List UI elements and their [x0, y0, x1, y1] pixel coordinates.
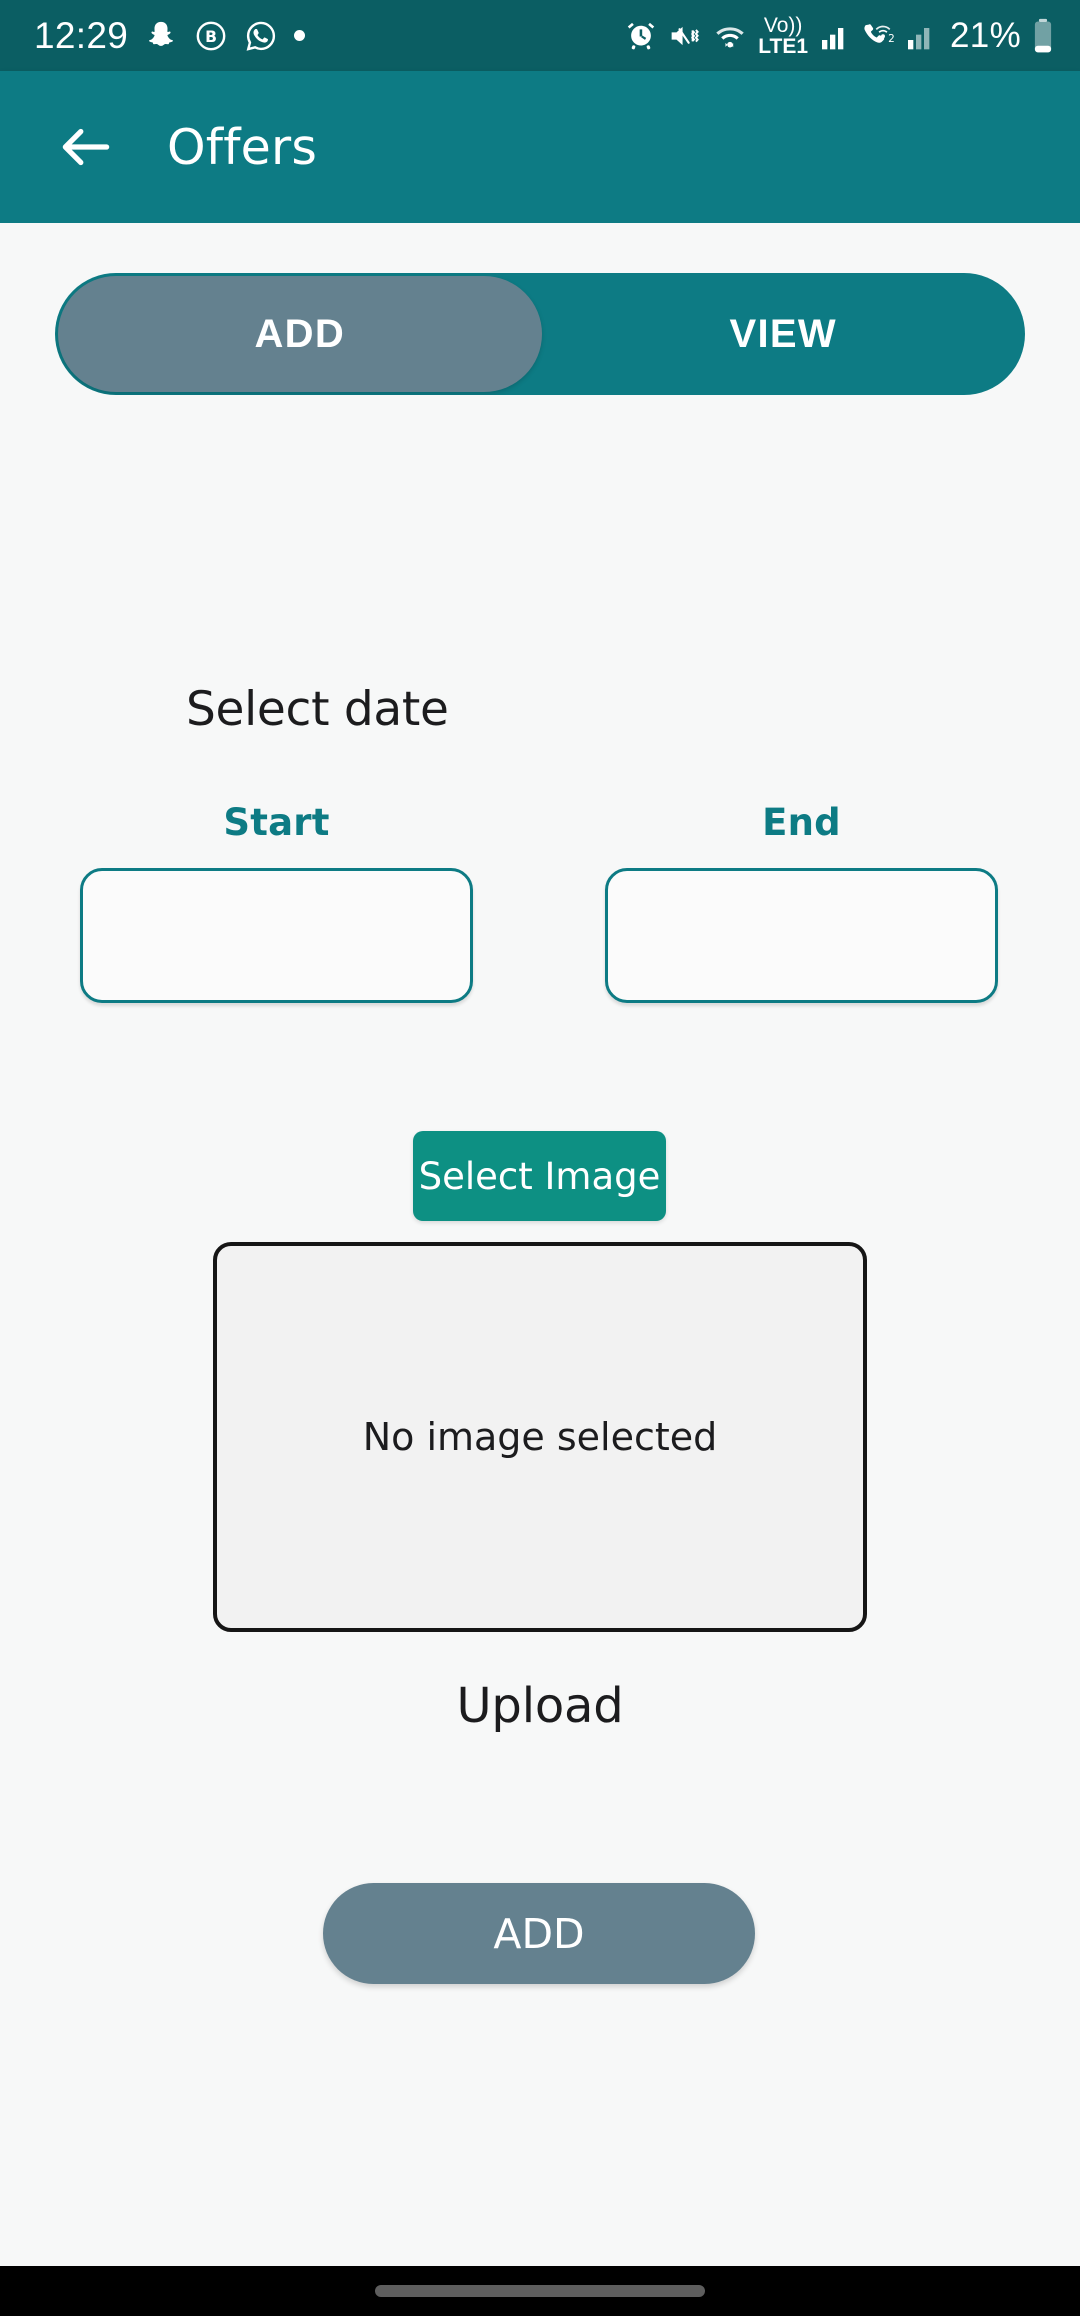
end-date-label: End	[762, 801, 841, 844]
network-type-label: LTE1	[758, 34, 809, 58]
upload-label[interactable]: Upload	[0, 1678, 1080, 1734]
start-date-label: Start	[223, 801, 330, 844]
snapchat-icon	[144, 19, 178, 53]
select-image-button[interactable]: Select Image	[413, 1131, 666, 1221]
signal-bars-2-icon	[905, 20, 935, 52]
arrow-left-icon	[62, 128, 110, 166]
tab-view[interactable]: VIEW	[542, 273, 1026, 395]
phone-screen: 12:29 B Vo)) LTE1 21% Offers ADD VIEW Se…	[0, 0, 1080, 2316]
status-bar-right: Vo)) LTE1 2 21%	[625, 15, 1054, 57]
whatsapp-icon	[244, 19, 278, 53]
alarm-icon	[625, 20, 657, 52]
sim2-label: 2	[888, 32, 894, 44]
start-date-input[interactable]	[80, 868, 473, 1003]
system-nav-bar	[0, 2266, 1080, 2316]
signal-bars-icon	[819, 20, 849, 52]
svg-text:B: B	[205, 28, 217, 46]
app-bar: Offers	[0, 71, 1080, 223]
battery-icon	[1032, 18, 1054, 54]
wifi-icon	[713, 20, 747, 52]
status-bar: 12:29 B Vo)) LTE1 21%	[0, 0, 1080, 71]
image-placeholder-text: No image selected	[362, 1415, 718, 1459]
status-bar-left: 12:29 B	[34, 15, 306, 56]
page-title: Offers	[167, 118, 318, 176]
end-date-group: End	[605, 801, 998, 1003]
tab-bar: ADD VIEW	[55, 273, 1025, 395]
dot-icon	[294, 30, 306, 41]
volte-label: Vo))	[763, 13, 803, 37]
start-date-group: Start	[80, 801, 473, 1003]
status-bar-clock: 12:29	[34, 15, 129, 56]
tab-add[interactable]: ADD	[58, 276, 542, 392]
volte-signal-icon: Vo)) LTE1	[758, 15, 808, 57]
add-submit-button[interactable]: ADD	[323, 1883, 755, 1984]
call-wifi-icon: 2	[860, 20, 894, 52]
battery-percent-label: 21%	[950, 15, 1021, 55]
b-circle-icon: B	[194, 19, 228, 53]
mute-vibrate-icon	[668, 20, 702, 52]
select-date-heading: Select date	[186, 682, 449, 737]
image-preview-box[interactable]: No image selected	[213, 1242, 867, 1632]
main-content: ADD VIEW Select date Start End Select Im…	[0, 223, 1080, 2266]
home-gesture-pill[interactable]	[375, 2285, 705, 2297]
end-date-input[interactable]	[605, 868, 998, 1003]
back-button[interactable]	[48, 109, 124, 185]
